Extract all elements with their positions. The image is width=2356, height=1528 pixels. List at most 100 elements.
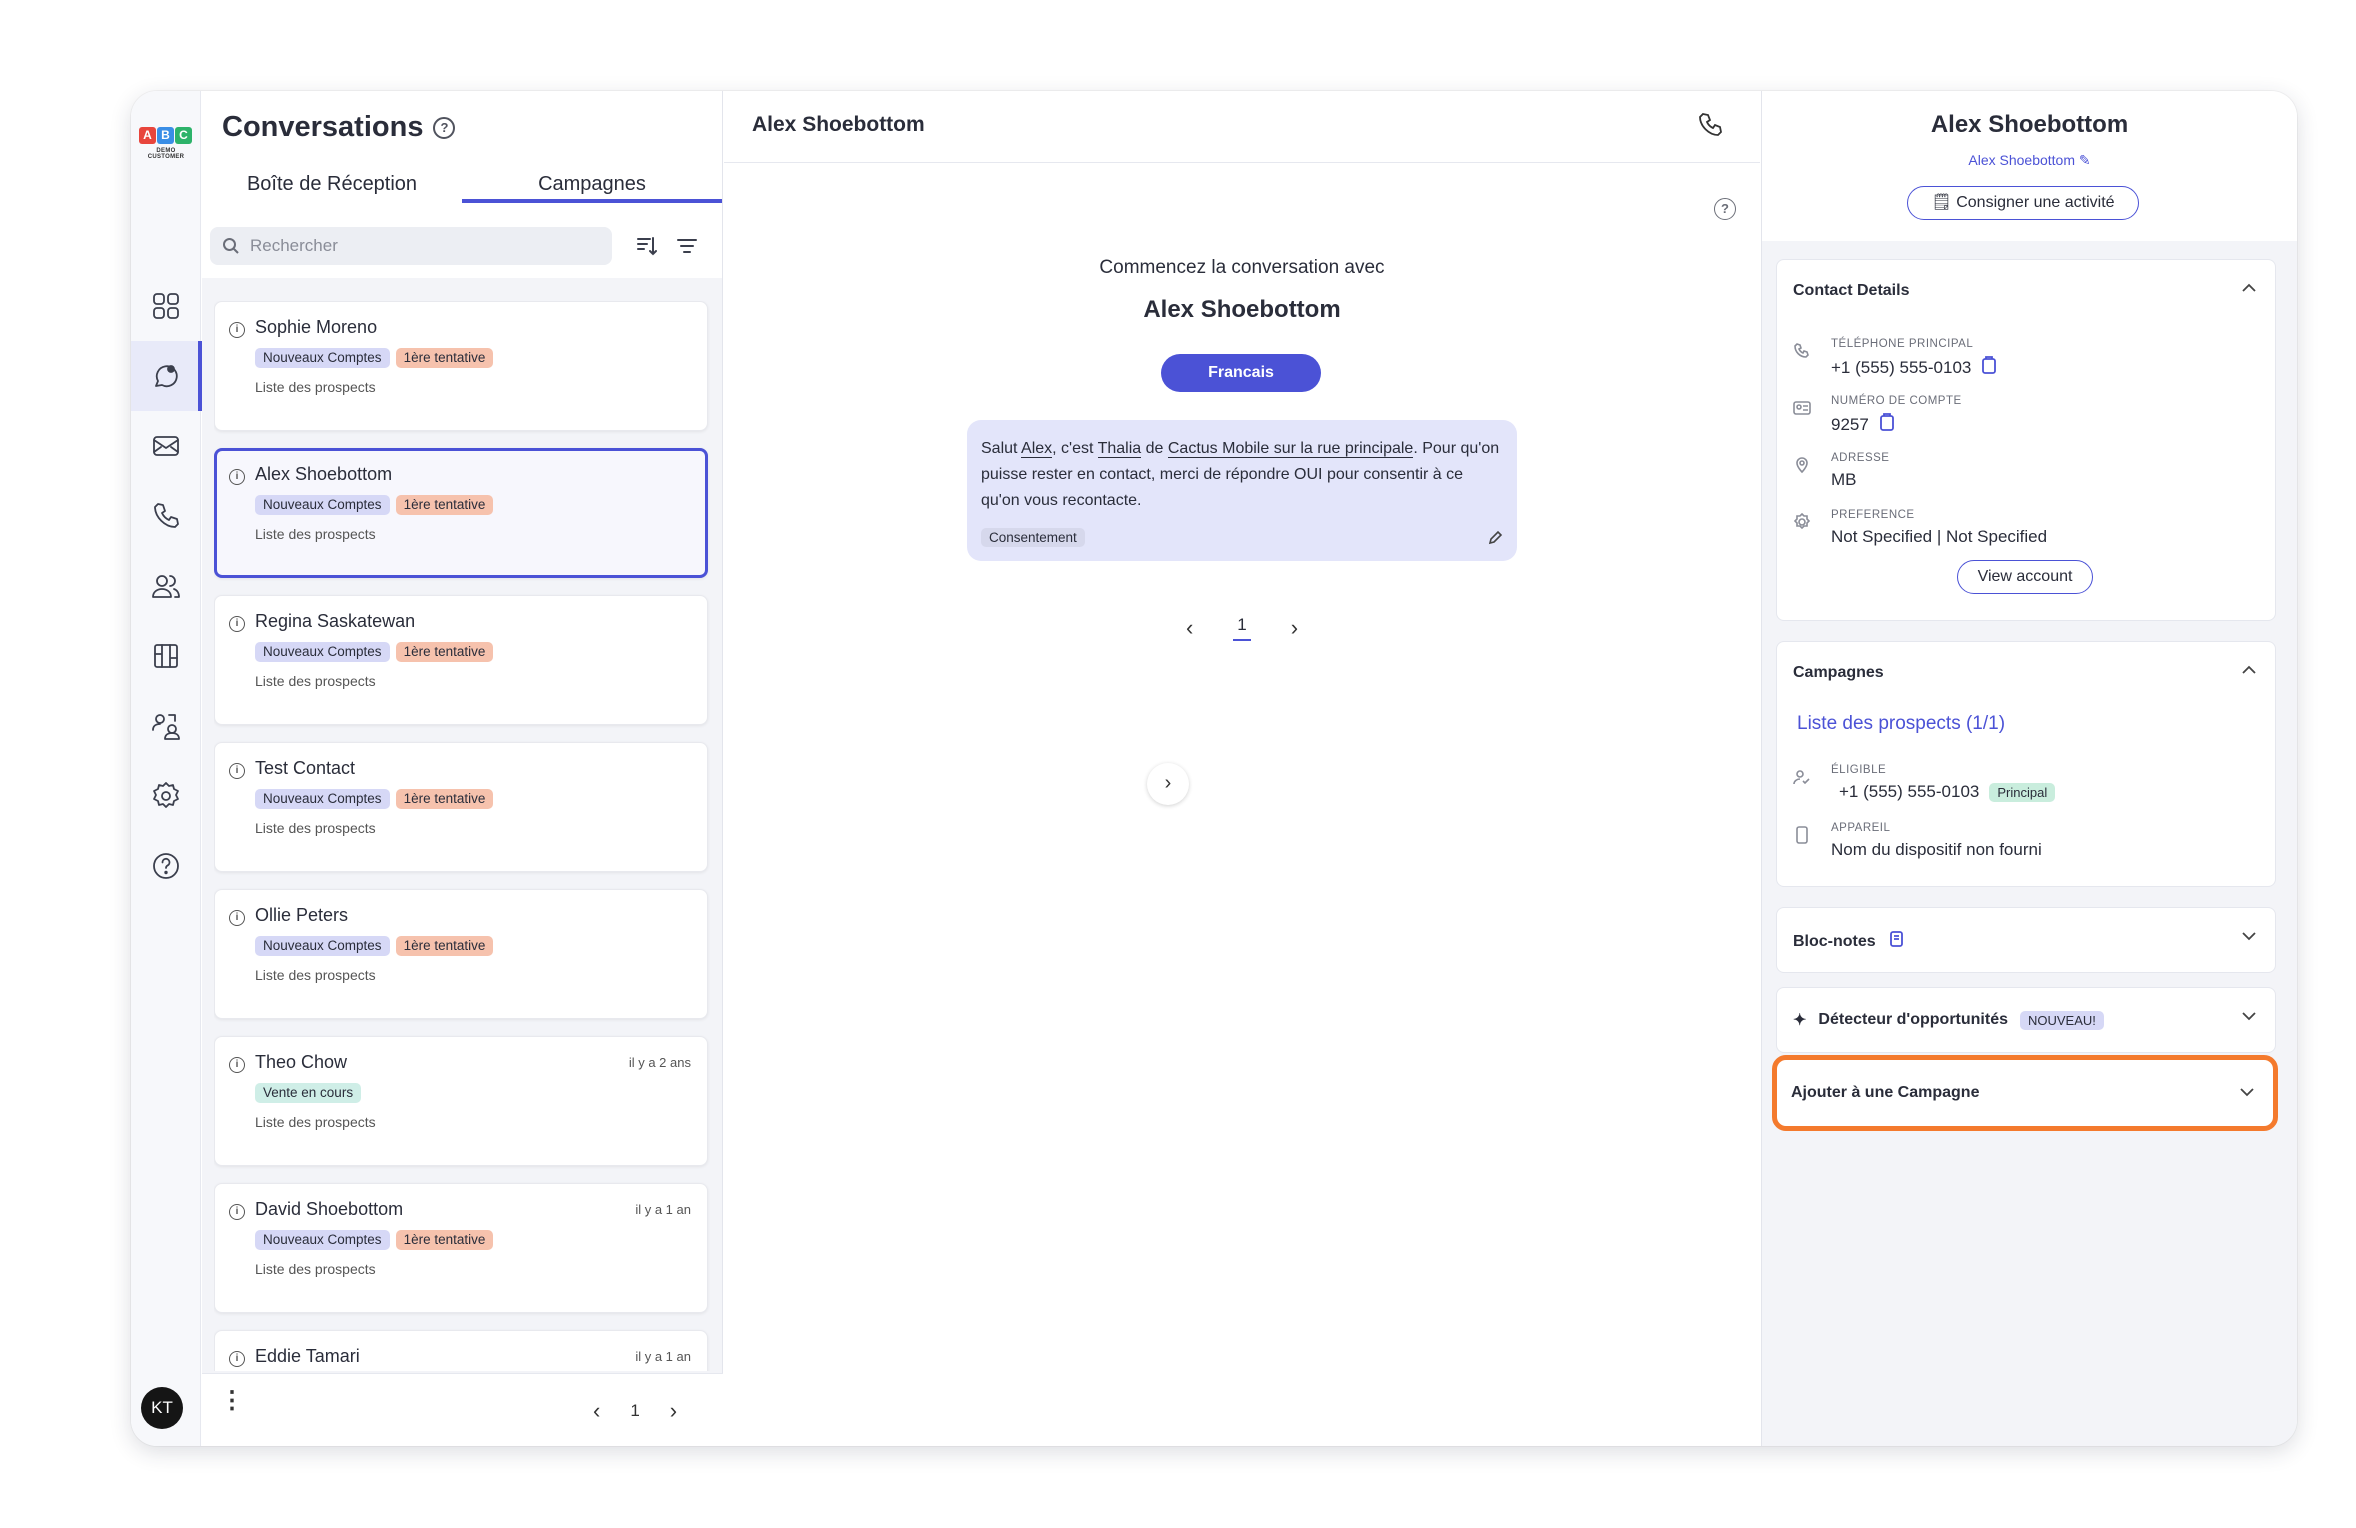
message-template-bubble[interactable]: Salut Alex, c'est Thalia de Cactus Mobil… <box>967 420 1517 561</box>
more-options-icon[interactable]: ⋮ <box>220 1389 244 1413</box>
nav-board[interactable] <box>131 621 201 691</box>
chevron-down-icon[interactable] <box>2237 1082 2257 1102</box>
chevron-up-icon[interactable] <box>2239 278 2259 298</box>
notes-section[interactable]: Bloc-notes <box>1776 907 2276 973</box>
conversation-header: Alex Shoebottom <box>724 91 1760 163</box>
edit-message-button[interactable] <box>1487 530 1503 546</box>
people-icon <box>152 575 180 598</box>
conversation-card[interactable]: i Regina Saskatewan Nouveaux Comptes 1èr… <box>214 595 708 725</box>
card-campaign: Liste des prospects <box>255 820 376 836</box>
list-footer: ⋮ ‹ 1 › <box>202 1373 723 1446</box>
conversation-card[interactable]: i Sophie Moreno Nouveaux Comptes 1ère te… <box>214 301 708 431</box>
conversation-card[interactable]: i Test Contact Nouveaux Comptes 1ère ten… <box>214 742 708 872</box>
log-activity-button[interactable]: 🗒 Consigner une activité <box>1907 186 2139 220</box>
field-value: +1 (555) 555-0103 <box>1831 356 1997 379</box>
language-button[interactable]: Francais <box>1161 354 1321 392</box>
card-tags: Nouveaux Comptes 1ère tentative <box>255 495 494 515</box>
nav-help[interactable] <box>131 831 201 901</box>
consent-tag: Consentement <box>981 528 1085 547</box>
message-var-store: Cactus Mobile sur la rue principale <box>1167 440 1414 458</box>
conversation-card[interactable]: i Ollie Peters Nouveaux Comptes 1ère ten… <box>214 889 708 1019</box>
logo-letter-a: A <box>139 127 156 144</box>
nav-calls[interactable] <box>131 481 201 551</box>
card-tags: Nouveaux Comptes 1ère tentative <box>255 936 494 956</box>
conversation-area: Alex Shoebottom ? Commencez la conversat… <box>724 91 1760 1446</box>
nav-settings[interactable] <box>131 761 201 831</box>
list-title-wrap: Conversations ? <box>222 111 456 144</box>
tag-attempt: 1ère tentative <box>395 789 494 809</box>
device-icon <box>1793 826 1813 846</box>
start-conversation-text: Commencez la conversation avec <box>1099 257 1385 278</box>
contacts-switch-icon <box>152 714 180 740</box>
note-icon: 🗒 <box>1931 194 1952 211</box>
contact-subtitle-link[interactable]: Alex Shoebottom ✎ <box>1762 152 2297 169</box>
field-value: 9257 <box>1831 413 1895 436</box>
contact-header: Alex Shoebottom Alex Shoebottom ✎ 🗒 Cons… <box>1762 91 2297 241</box>
add-to-campaign-section[interactable]: Ajouter à une Campagne <box>1772 1055 2278 1131</box>
tab-campaigns[interactable]: Campagnes <box>462 167 722 203</box>
gear-icon <box>1793 512 1813 533</box>
opportunities-section[interactable]: ✦ Détecteur d'opportunités NOUVEAU! <box>1776 987 2276 1053</box>
tab-inbox[interactable]: Boîte de Réception <box>202 167 462 203</box>
expand-panel-button[interactable]: › <box>1147 763 1189 805</box>
nav-inbox[interactable] <box>131 411 201 481</box>
conversation-card-selected[interactable]: i Alex Shoebottom Nouveaux Comptes 1ère … <box>214 448 708 578</box>
phone-value: +1 (555) 555-0103 <box>1831 357 1972 377</box>
conversation-list-panel: Conversations ? Boîte de Réception Campa… <box>202 91 723 1446</box>
call-button[interactable] <box>1696 111 1726 141</box>
info-icon: i <box>229 322 245 338</box>
chevron-down-icon[interactable] <box>2239 1006 2259 1026</box>
next-page-icon[interactable]: › <box>670 1398 677 1424</box>
contact-name: Theo Chow <box>255 1052 348 1072</box>
next-page-icon[interactable]: › <box>1291 615 1298 641</box>
card-tags: Nouveaux Comptes 1ère tentative <box>255 642 494 662</box>
tag-segment: Nouveaux Comptes <box>255 642 390 662</box>
field-value: Nom du dispositif non fourni <box>1831 840 2042 859</box>
contact-panel: Alex Shoebottom Alex Shoebottom ✎ 🗒 Cons… <box>1761 91 2297 1446</box>
field-label: APPAREIL <box>1831 822 1891 834</box>
campaigns-section: Campagnes Liste des prospects (1/1) ÉLIG… <box>1776 641 2276 887</box>
current-page[interactable]: 1 <box>1233 615 1251 641</box>
sort-button[interactable] <box>630 229 664 263</box>
contact-name: Test Contact <box>255 758 356 778</box>
brand-logo[interactable]: A B C DEMO CUSTOMER <box>138 127 194 167</box>
current-page[interactable]: 1 <box>630 1401 639 1421</box>
nav-people[interactable] <box>131 551 201 621</box>
prev-page-icon[interactable]: ‹ <box>1186 615 1193 641</box>
conversation-card[interactable]: i Eddie Tamari il y a 1 an <box>214 1330 708 1371</box>
prev-page-icon[interactable]: ‹ <box>593 1398 600 1424</box>
eligible-phone: +1 (555) 555-0103 <box>1839 782 1980 801</box>
message-part: de <box>1141 440 1168 457</box>
help-icon[interactable]: ? <box>433 116 456 139</box>
filter-button[interactable] <box>670 229 704 263</box>
conversation-card[interactable]: i Theo Chow il y a 2 ans Vente en cours … <box>214 1036 708 1166</box>
user-avatar[interactable]: KT <box>141 1387 183 1429</box>
message-text: Salut Alex, c'est Thalia de Cactus Mobil… <box>981 436 1503 514</box>
copy-icon[interactable] <box>1981 356 1997 379</box>
nav-dashboard[interactable] <box>131 271 201 341</box>
conversation-title: Alex Shoebottom <box>752 113 925 136</box>
mail-inbox-icon <box>153 436 179 456</box>
search-input[interactable] <box>250 236 580 256</box>
id-card-icon <box>1793 399 1813 419</box>
board-icon <box>154 644 178 668</box>
card-campaign: Liste des prospects <box>255 1261 376 1277</box>
tag-segment: Nouveaux Comptes <box>255 789 390 809</box>
copy-icon[interactable] <box>1879 413 1895 436</box>
campaign-link[interactable]: Liste des prospects (1/1) <box>1797 713 2005 735</box>
nav-conversations[interactable] <box>131 341 202 411</box>
chevron-up-icon[interactable] <box>2239 660 2259 680</box>
nav-contacts-switch[interactable] <box>131 691 201 761</box>
page-title: Conversations <box>222 111 424 143</box>
left-rail: A B C DEMO CUSTOMER KT <box>131 91 202 1446</box>
chevron-down-icon[interactable] <box>2239 926 2259 946</box>
log-activity-label: Consigner une activité <box>1956 194 2115 211</box>
field-label: PREFERENCE <box>1831 509 1915 521</box>
help-icon[interactable]: ? <box>1714 198 1736 220</box>
info-icon: i <box>229 1204 245 1220</box>
conversation-card[interactable]: i David Shoebottom il y a 1 an Nouveaux … <box>214 1183 708 1313</box>
view-account-button[interactable]: View account <box>1957 560 2093 594</box>
tag-attempt: 1ère tentative <box>395 495 494 515</box>
section-title: Bloc-notes <box>1793 932 1876 950</box>
start-conversation-name: Alex Shoebottom <box>1143 296 1341 323</box>
